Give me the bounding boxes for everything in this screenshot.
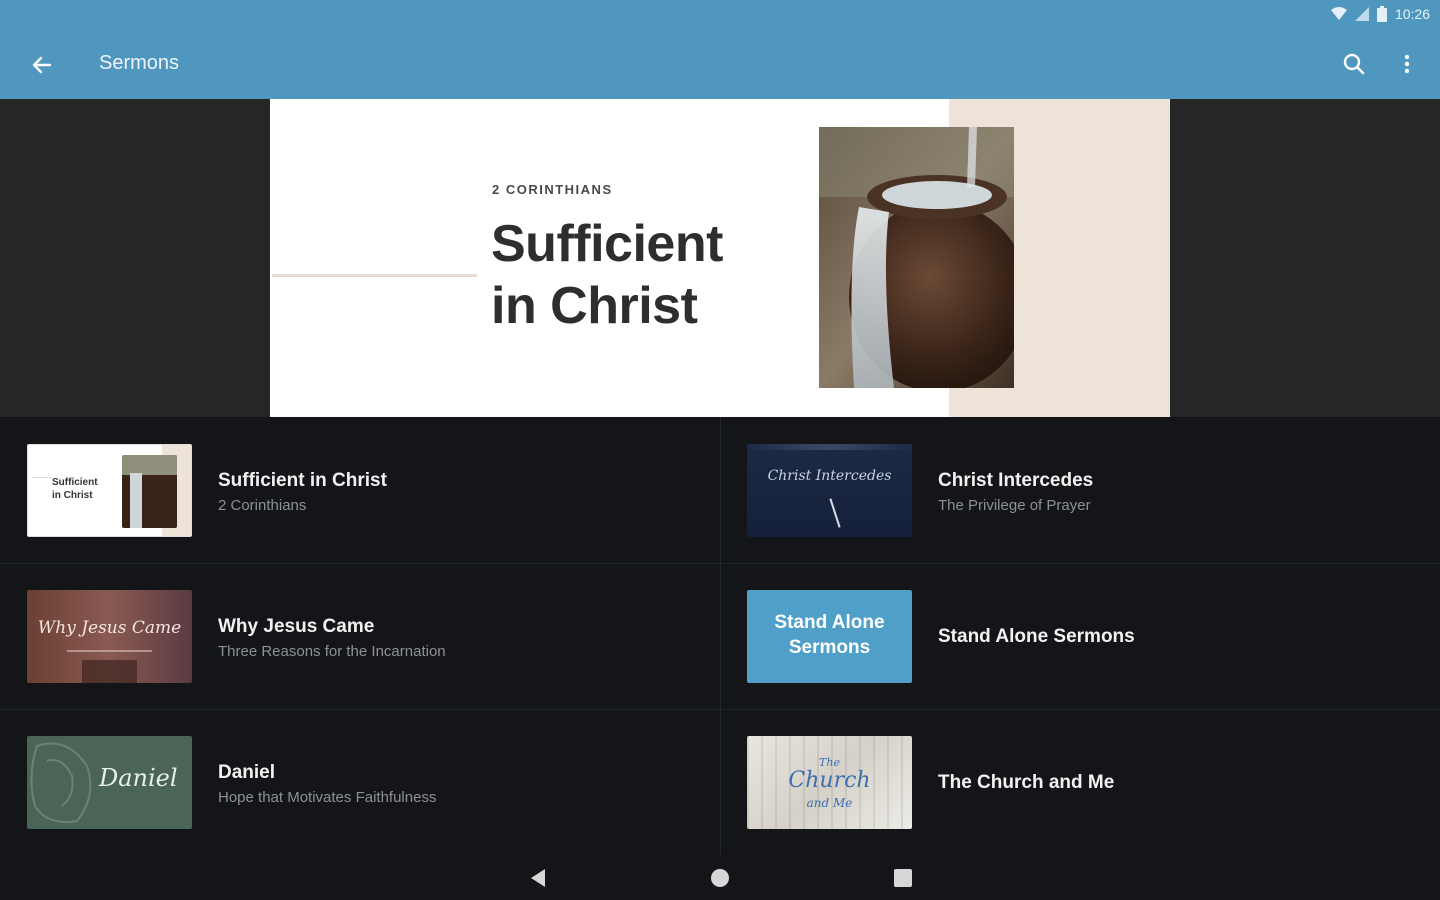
system-nav-bar [0, 855, 1440, 900]
wifi-icon [1330, 7, 1347, 20]
series-subtitle: Three Reasons for the Incarnation [218, 643, 446, 660]
nav-back-icon[interactable] [524, 863, 554, 893]
series-subtitle: 2 Corinthians [218, 497, 307, 514]
series-thumbnail: The Church and Me [747, 736, 912, 829]
hero-rule [272, 274, 477, 277]
list-item[interactable]: Christ Intercedes Christ Intercedes The … [720, 417, 1440, 563]
list-item[interactable]: Daniel Daniel Hope that Motivates Faithf… [0, 709, 720, 855]
status-icons: 10:26 [1330, 6, 1430, 22]
series-thumbnail: Why Jesus Came [27, 590, 192, 683]
list-item[interactable]: Sufficient in Christ Sufficient in Chris… [0, 417, 720, 563]
thumb-title: Christ Intercedes [767, 468, 892, 484]
nav-recents-icon[interactable] [888, 863, 918, 893]
series-subtitle: Hope that Motivates Faithfulness [218, 789, 437, 806]
series-thumbnail: Christ Intercedes [747, 444, 912, 537]
series-title: Sufficient in Christ [218, 470, 387, 491]
list-item[interactable]: Why Jesus Came Why Jesus Came Three Reas… [0, 563, 720, 709]
series-title: The Church and Me [938, 772, 1115, 793]
series-thumbnail: Daniel [27, 736, 192, 829]
status-time: 10:26 [1394, 6, 1430, 22]
signal-icon [1354, 7, 1369, 21]
series-title: Stand Alone Sermons [938, 626, 1135, 647]
battery-icon [1376, 6, 1387, 22]
list-item[interactable]: Stand Alone Sermons Stand Alone Sermons [720, 563, 1440, 709]
back-arrow-icon[interactable] [26, 50, 56, 80]
series-title: Daniel [218, 762, 276, 783]
hero-section: 2 CORINTHIANS Sufficient in Christ [0, 99, 1440, 417]
series-title: Christ Intercedes [938, 470, 1094, 491]
thumb-title-line2: Sermons [788, 637, 871, 658]
more-vert-icon[interactable] [1396, 49, 1418, 79]
nav-home-icon[interactable] [705, 863, 735, 893]
hero-title: Sufficient in Christ [491, 213, 811, 337]
thumb-title: Why Jesus Came [37, 618, 182, 638]
app-bar: Sermons [0, 28, 1440, 99]
series-thumbnail: Sufficient in Christ [27, 444, 192, 537]
lion-illustration [30, 742, 92, 823]
hero-pot-image [819, 127, 1014, 388]
hero-title-line2: in Christ [491, 277, 698, 335]
thumb-title: Daniel [99, 764, 178, 792]
thumb-title-line1: Sufficient [52, 477, 98, 488]
series-title: Why Jesus Came [218, 616, 375, 637]
thumb-title-line2: Church [788, 768, 871, 793]
status-bar: 10:26 [0, 0, 1440, 28]
search-icon[interactable] [1339, 49, 1369, 79]
hero-banner[interactable]: 2 CORINTHIANS Sufficient in Christ [270, 99, 1170, 417]
page-title: Sermons [99, 52, 180, 74]
thumb-title-line2: in Christ [52, 490, 93, 501]
hero-kicker: 2 CORINTHIANS [492, 182, 613, 197]
hero-title-line1: Sufficient [491, 215, 723, 273]
series-thumbnail: Stand Alone Sermons [747, 590, 912, 683]
thumb-title-line3: and Me [806, 796, 853, 810]
thumb-title-line1: Stand Alone [774, 612, 885, 633]
list-item[interactable]: The Church and Me The Church and Me [720, 709, 1440, 855]
series-subtitle: The Privilege of Prayer [938, 497, 1091, 514]
